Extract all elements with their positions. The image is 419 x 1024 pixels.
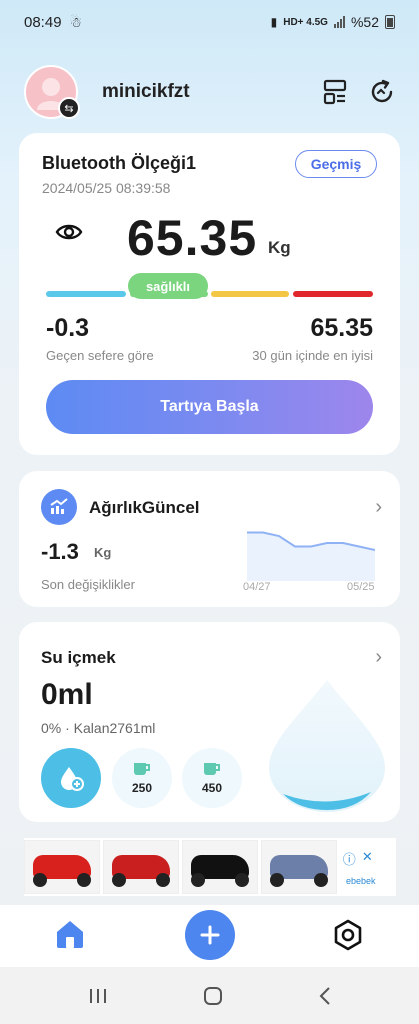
start-weighing-button[interactable]: Tartıya Başla (46, 380, 373, 434)
ad-image-red-jeep[interactable] (24, 840, 100, 894)
trend-icon (41, 489, 77, 525)
refresh-icon[interactable] (369, 79, 395, 105)
ad-banner[interactable]: ⓘ ✕ ebebek (24, 838, 396, 896)
history-button[interactable]: Geçmiş (295, 150, 377, 178)
ad-image-red-tractor[interactable] (103, 840, 179, 894)
cup-250-button[interactable]: 250 (112, 748, 172, 808)
system-nav-bar (0, 967, 419, 1024)
trend-chart (247, 531, 375, 581)
cup-icon (204, 763, 220, 775)
sim-icon: ▮ (270, 15, 278, 29)
network-label: HD+ 4.5G (283, 16, 328, 28)
status-time: 08:49 (24, 13, 62, 31)
cup-icon (134, 763, 150, 775)
water-drop-icon (269, 680, 385, 812)
trend-area (247, 532, 375, 581)
bmi-bar-over (211, 291, 289, 297)
chevron-right-icon[interactable]: › (375, 646, 382, 669)
water-title: Su içmek (41, 648, 116, 667)
home-icon[interactable] (54, 919, 86, 949)
bmi-bar-obese (293, 291, 373, 297)
status-bar: 08:49 ☃ ▮ HD+ 4.5G %52 (0, 0, 419, 44)
avatar[interactable]: ⇆ (24, 65, 80, 119)
notification-icon: ☃ (69, 13, 83, 30)
weight-unit: Kg (268, 238, 291, 257)
ad-info-icon[interactable]: ⓘ (343, 849, 356, 868)
weight-value: 65.35 (127, 210, 258, 266)
water-drop-add-icon (61, 767, 84, 791)
swap-icon[interactable]: ⇆ (58, 97, 80, 119)
username: minicikfzt (102, 81, 190, 102)
scale-card: Bluetooth Ölçeği1 2024/05/25 08:39:58 Ge… (19, 133, 400, 455)
trend-title: AğırlıkGüncel (89, 498, 200, 517)
chevron-right-icon[interactable]: › (375, 496, 382, 519)
settings-icon[interactable] (332, 919, 364, 951)
best-value: 65.35 (310, 314, 373, 342)
ad-image-black-car[interactable] (182, 840, 258, 894)
add-button[interactable] (185, 910, 235, 960)
back-icon[interactable] (318, 986, 332, 1006)
home-button-icon[interactable] (203, 986, 223, 1006)
bmi-bar-under (46, 291, 126, 297)
signal-icon (333, 16, 345, 28)
header: ⇆ minicikfzt (24, 62, 395, 122)
change-label: Geçen sefere göre (46, 348, 154, 363)
device-list-icon[interactable] (323, 79, 347, 105)
scale-title: Bluetooth Ölçeği1 (42, 153, 197, 173)
trend-label: Son değişiklikler (41, 577, 135, 592)
health-badge: sağlıklı (128, 273, 208, 299)
ad-brand: ebebek (346, 875, 376, 886)
weight-trend-card[interactable]: AğırlıkGüncel › -1.3 Kg Son değişiklikle… (19, 471, 400, 607)
change-value: -0.3 (46, 314, 90, 342)
plus-icon (200, 925, 220, 945)
water-card[interactable]: Su içmek › 0ml 0% · Kalan2761ml 250 450 (19, 622, 400, 822)
water-add-button[interactable] (41, 748, 101, 808)
battery-label: %52 (350, 14, 379, 30)
cup-250-label: 250 (131, 781, 153, 795)
cup-450-label: 450 (201, 781, 223, 795)
cup-450-button[interactable]: 450 (182, 748, 242, 808)
ad-close-icon[interactable]: ✕ (362, 849, 373, 868)
recent-apps-icon[interactable] (88, 987, 108, 1005)
battery-icon (385, 15, 395, 29)
ad-image-blue-car[interactable] (261, 840, 337, 894)
best-label: 30 gün içinde en iyisi (252, 348, 373, 363)
water-amount: 0ml (41, 678, 93, 711)
water-subtitle: 0% · Kalan2761ml (41, 720, 156, 736)
trend-x-start: 04/27 (243, 581, 271, 593)
bottom-nav (0, 905, 419, 967)
trend-value: -1.3 (41, 539, 79, 564)
trend-x-end: 05/25 (347, 581, 375, 593)
scale-date: 2024/05/25 08:39:58 (42, 180, 171, 196)
eye-icon[interactable] (55, 222, 83, 242)
trend-unit: Kg (94, 545, 112, 560)
